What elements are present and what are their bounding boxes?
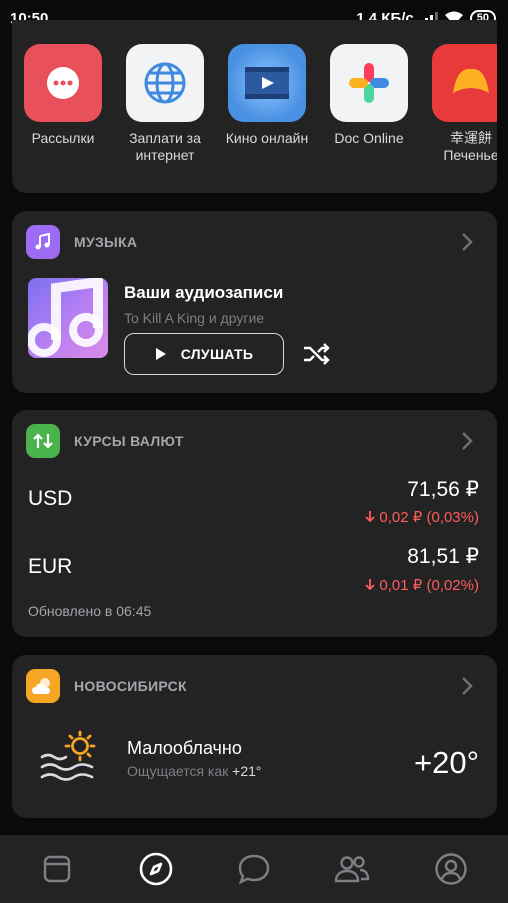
music-header[interactable]: МУЗЫКА (26, 225, 483, 259)
exchange-arrows-icon (26, 424, 60, 458)
app-cinema[interactable]: Кино онлайн (216, 44, 318, 164)
listen-button[interactable]: СЛУШАТЬ (124, 333, 284, 375)
app-doc-online[interactable]: Doc Online (318, 44, 420, 164)
currency-delta-usd: 0,02 ₽ (0,03%) (365, 508, 479, 526)
tab-profile[interactable] (426, 844, 476, 894)
currency-code-eur: EUR (28, 555, 73, 578)
weather-feels-like: Ощущается как +21° (127, 763, 262, 779)
fortune-cookie-icon (432, 44, 497, 122)
profile-icon (435, 853, 467, 885)
tab-explore[interactable] (131, 844, 181, 894)
weather-condition-icon (40, 730, 96, 781)
bottom-tab-bar (0, 835, 508, 903)
currency-widget[interactable]: КУРСЫ ВАЛЮТ USD 71,56 ₽ 0,02 ₽ (0,03%) E… (12, 410, 497, 637)
chevron-right-icon[interactable] (461, 232, 473, 252)
weather-header[interactable]: НОВОСИБИРСК (26, 669, 483, 703)
rates-section-title: КУРСЫ ВАЛЮТ (74, 433, 184, 449)
sun-cloud-icon (26, 669, 60, 703)
feels-value: +21° (232, 763, 262, 779)
globe-icon (126, 44, 204, 122)
app-label: Заплати за интернет (129, 130, 201, 163)
weather-temperature: +20° (414, 745, 479, 780)
currency-code-usd: USD (28, 487, 73, 510)
arrow-down-icon (365, 579, 376, 591)
app-label: Кино онлайн (225, 130, 309, 146)
newsfeed-icon (43, 855, 71, 883)
app-mailings[interactable]: Рассылки (12, 44, 114, 164)
music-subtitle: To Kill A King и другие (124, 310, 265, 326)
music-note-icon (26, 225, 60, 259)
app-pay-internet[interactable]: Заплати за интернет (114, 44, 216, 164)
music-title: Ваши аудиозаписи (124, 283, 284, 302)
app-label: Doc Online (334, 130, 404, 146)
currency-delta-eur: 0,01 ₽ (0,02%) (365, 576, 479, 594)
currency-rate-usd: 71,56 ₽ (407, 478, 479, 501)
friends-icon (335, 856, 370, 883)
film-icon (228, 44, 306, 122)
listen-label: СЛУШАТЬ (180, 346, 254, 362)
tab-friends[interactable] (327, 844, 377, 894)
play-icon (155, 348, 166, 360)
app-label: 幸運餅 Печенье (443, 130, 497, 163)
delta-text: 0,02 ₽ (0,03%) (379, 509, 479, 526)
apps-card: Рассылки Заплати за интернет Кино онлайн… (12, 20, 497, 193)
tab-messages[interactable] (229, 844, 279, 894)
app-label: Рассылки (31, 130, 95, 146)
weather-city: НОВОСИБИРСК (74, 678, 187, 694)
arrow-down-icon (365, 511, 376, 523)
feels-prefix: Ощущается как (127, 763, 233, 779)
chevron-right-icon[interactable] (461, 431, 473, 451)
chat-bubble-icon (24, 44, 102, 122)
app-fortune-cookie[interactable]: 幸運餅 Печенье (420, 44, 497, 164)
delta-text: 0,01 ₽ (0,02%) (379, 577, 479, 594)
messages-icon (238, 854, 270, 885)
compass-icon (139, 852, 172, 886)
rates-header[interactable]: КУРСЫ ВАЛЮТ (26, 424, 483, 458)
music-widget[interactable]: МУЗЫКА Ваши аудиозаписи To Kill A King и… (12, 211, 497, 393)
plus-cross-icon (330, 44, 408, 122)
rates-updated-time: Обновлено в 06:45 (28, 603, 152, 619)
tab-newsfeed[interactable] (32, 844, 82, 894)
album-cover[interactable] (28, 278, 108, 358)
currency-rate-eur: 81,51 ₽ (407, 545, 479, 568)
shuffle-icon[interactable] (302, 342, 332, 366)
weather-condition: Малооблачно (127, 738, 242, 758)
weather-widget[interactable]: НОВОСИБИРСК Малооблачно Ощущается как +2… (12, 655, 497, 818)
music-section-title: МУЗЫКА (74, 234, 138, 250)
chevron-right-icon[interactable] (461, 676, 473, 696)
